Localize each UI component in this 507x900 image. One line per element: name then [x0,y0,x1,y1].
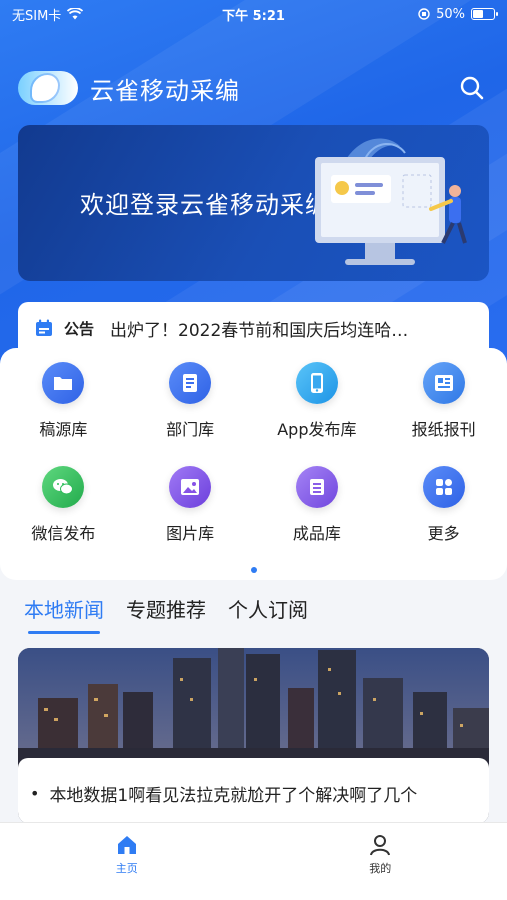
nav-item-mine[interactable]: 我的 [254,823,507,900]
grid-item-more[interactable]: 更多 [380,466,507,544]
nav-item-home[interactable]: 主页 [0,823,254,900]
grid-item-label: 稿源库 [39,420,88,439]
wifi-icon [67,8,84,20]
computer-illustration-icon [315,138,467,265]
page-indicator-dot [251,567,257,573]
city-skyline-image [18,648,489,768]
document-icon [169,362,212,404]
archive-icon [295,466,338,508]
calendar-icon [36,319,52,336]
tab-topic-recommend[interactable]: 专题推荐 [126,586,206,634]
folder-icon [42,362,85,404]
news-card[interactable]: • 本地数据1啊看见法拉克就尬开了个解决啊了几个 [18,648,489,824]
wechat-icon [42,466,85,508]
grid-item-label: 更多 [427,524,460,543]
news-caption[interactable]: • 本地数据1啊看见法拉克就尬开了个解决啊了几个 [18,758,489,824]
grid-item-label: 部门库 [166,420,215,439]
grid-item-finished-library[interactable]: 成品库 [254,466,381,544]
grid-item-image-library[interactable]: 图片库 [127,466,254,544]
grid-item-label: 成品库 [292,524,341,543]
announcement-tag: 公告 [64,319,95,338]
grid-item-wechat-publish[interactable]: 微信发布 [0,466,127,544]
user-icon [370,835,391,856]
grid-item-department-library[interactable]: 部门库 [127,362,254,440]
tab-local-news[interactable]: 本地新闻 [24,586,104,634]
grid-item-newspaper[interactable]: 报纸报刊 [380,362,507,440]
news-title: 本地数据1啊看见法拉克就尬开了个解决啊了几个 [49,785,418,806]
phone-icon [295,362,338,404]
carrier-label: 无SIM卡 [12,8,62,24]
battery-percent: 50% [436,6,465,22]
search-button[interactable] [455,71,489,105]
home-icon [117,836,136,854]
more-grid-icon [422,466,465,508]
grid-item-manuscript-library[interactable]: 稿源库 [0,362,127,440]
grid-item-app-publish-library[interactable]: App发布库 [254,362,381,440]
status-bar: 无SIM卡 下午 5:21 50% [0,0,507,28]
news-bullet: • [30,783,40,803]
lark-bird-logo [18,71,78,105]
tab-personal-subscribe[interactable]: 个人订阅 [228,586,308,634]
battery-icon [471,8,498,20]
announcement-bar[interactable]: 公告 出炉了！2022春节前和国庆后均连哈… [18,302,489,354]
nav-label-home: 主页 [115,862,138,875]
image-icon [169,466,212,508]
app-title: 云雀移动采编 [90,76,240,105]
app-header: 云雀移动采编 [0,60,507,116]
orientation-lock-icon [418,8,430,20]
grid-item-label: App发布库 [277,420,357,439]
bottom-navigation: 主页 我的 [0,822,507,900]
function-grid: 稿源库 部门库 App发布库 报纸报刊 微信发布 图片库 成品库 更多 [0,362,507,544]
welcome-banner[interactable]: 欢迎登录云雀移动采编 [18,125,489,281]
search-icon [460,76,484,100]
grid-item-label: 报纸报刊 [411,420,476,439]
grid-item-label: 微信发布 [31,524,96,543]
banner-text: 欢迎登录云雀移动采编 [80,191,330,219]
news-tabs: 本地新闻 专题推荐 个人订阅 [0,586,507,634]
nav-label-mine: 我的 [369,862,392,875]
status-time: 下午 5:21 [222,8,285,24]
grid-item-label: 图片库 [166,524,215,543]
newspaper-icon [422,362,465,404]
function-grid-panel: 稿源库 部门库 App发布库 报纸报刊 微信发布 图片库 成品库 更多 [0,348,507,580]
announcement-text: 出炉了！2022春节前和国庆后均连哈… [110,320,409,341]
